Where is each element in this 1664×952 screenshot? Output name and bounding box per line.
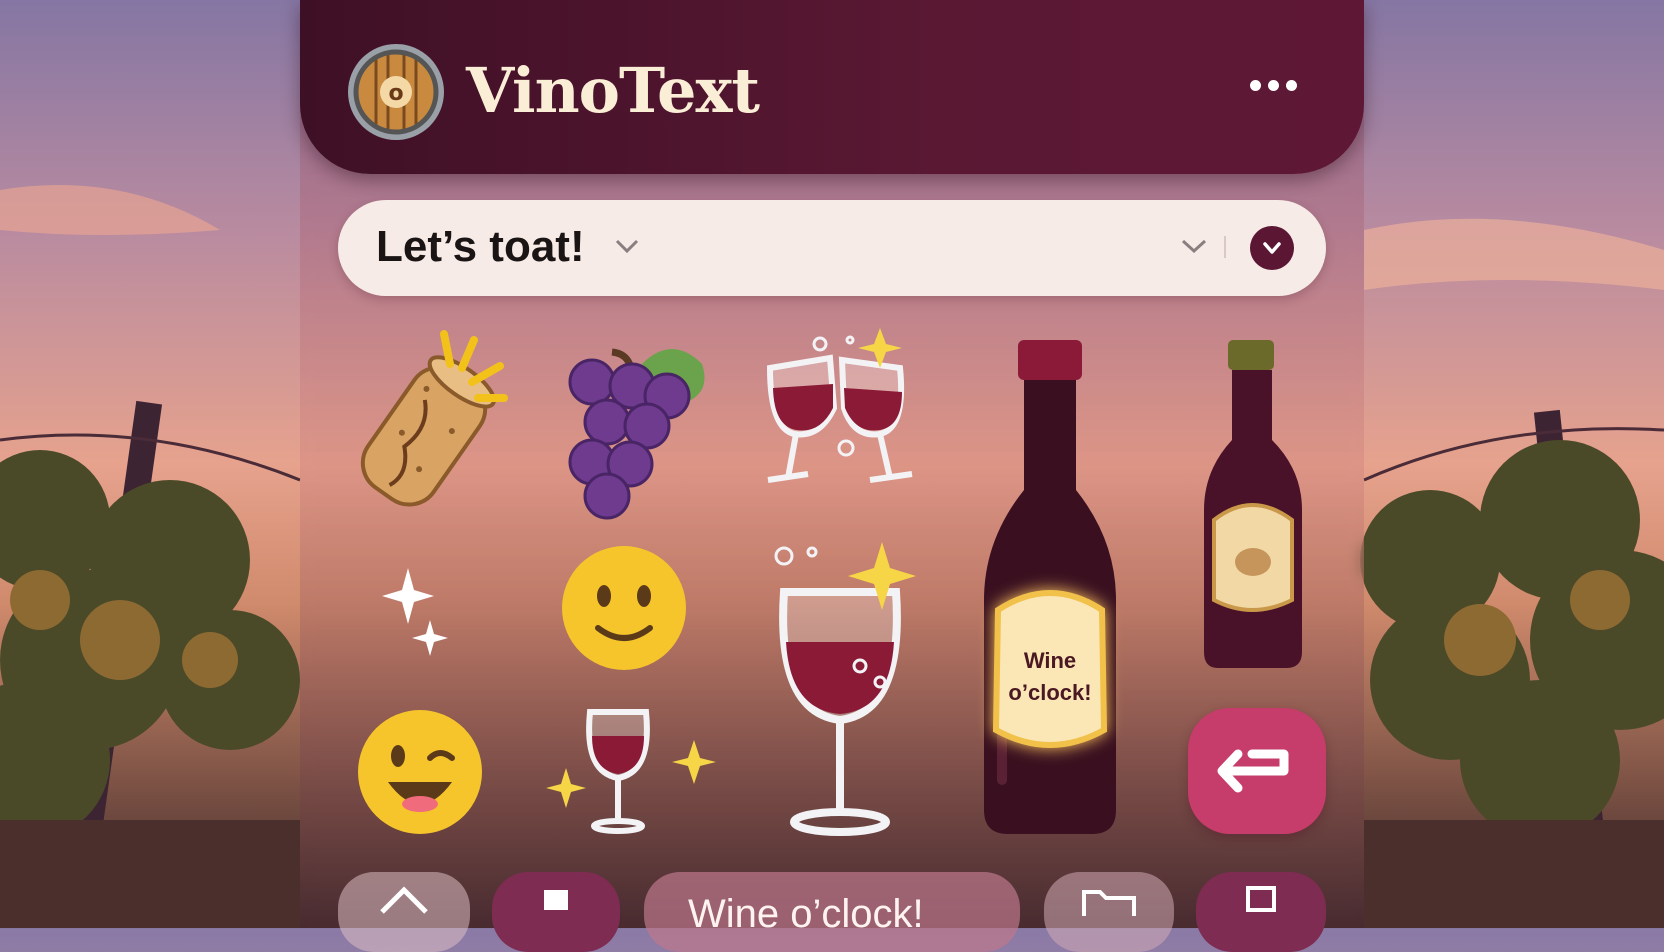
message-input[interactable]: Let’s toat! [338,200,1326,296]
folder-button[interactable] [1044,872,1174,952]
divider [1224,236,1226,258]
message-text: Let’s toat! [376,222,585,271]
wine-bottle-sticker[interactable] [1198,340,1308,670]
wine-bottle-label-sticker[interactable]: Wine o’clock! [980,340,1120,836]
more-icon [1250,80,1261,91]
chevron-down-icon[interactable] [1180,236,1208,256]
winking-emoji-sticker[interactable] [356,708,486,836]
suggestion-chip[interactable]: Wine o’clock! [644,872,1020,952]
folder-icon [1082,890,1136,916]
keyboard-key[interactable] [492,872,620,952]
wine-glass-sparkle-sticker[interactable] [770,542,920,836]
stamp-icon [544,890,568,910]
app-header [300,0,1364,174]
smiley-emoji-sticker[interactable] [560,544,688,672]
small-wine-glass-sticker[interactable] [546,708,716,836]
chevron-down-icon[interactable] [614,236,640,256]
emoji-key[interactable] [1196,872,1326,952]
cork-sticker[interactable] [344,326,520,516]
grapes-sticker[interactable] [562,334,722,520]
sparkles-sticker[interactable] [382,568,450,666]
barrel-logo-icon: o [346,42,446,142]
app-title: VinoText [466,54,760,127]
home-icon [380,886,428,914]
bottle-label-line-2: o’clock! [1008,680,1092,705]
svg-text:o: o [388,81,403,106]
send-icon [1263,242,1281,254]
enter-icon [1217,749,1289,793]
send-button[interactable] [1250,226,1294,270]
more-options-button[interactable] [1250,76,1310,106]
gift-icon [1246,886,1276,912]
suggestion-text: Wine o’clock! [688,892,924,936]
enter-button[interactable] [1188,708,1326,834]
home-button[interactable] [338,872,470,952]
clinking-glasses-sticker[interactable] [750,328,930,508]
bottle-label-line-1: Wine [1023,648,1077,673]
